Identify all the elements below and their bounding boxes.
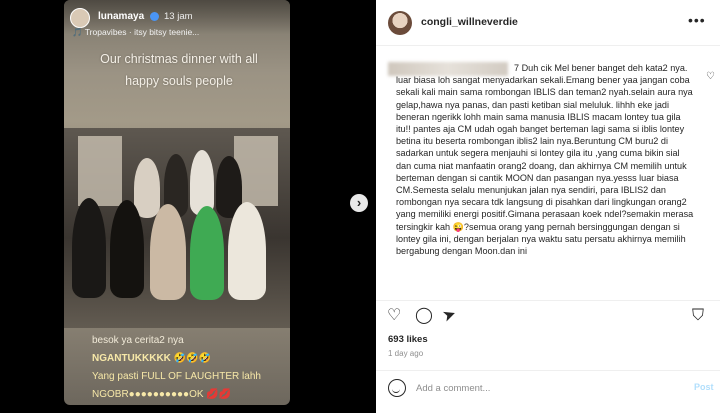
story-avatar <box>70 8 90 28</box>
comment-like-icon[interactable]: ♡ <box>706 71 715 82</box>
photo-person <box>72 198 106 298</box>
comment-input[interactable] <box>416 379 656 397</box>
photo-person <box>150 204 186 300</box>
post-button[interactable]: Post <box>694 382 714 392</box>
story-bottom-text: besok ya cerita2 nya NGANTUKKKKK 🤣🤣🤣 Yan… <box>70 332 284 404</box>
post-header: congli_willneverdie ••• <box>376 0 720 46</box>
photo-person <box>190 206 224 300</box>
share-icon[interactable]: ➤ <box>440 305 459 326</box>
heart-icon[interactable]: ♡ <box>387 307 401 325</box>
author-username[interactable]: congli_willneverdie <box>421 16 518 28</box>
story-line: Yang pasti FULL OF LAUGHTER lahh <box>92 371 261 382</box>
action-bar: ♡ ◯ ➤ ⛉ <box>376 300 720 330</box>
group-photo <box>64 128 290 328</box>
comment-text: 7 Duh cik Mel bener banget deh kata2 nya… <box>396 62 696 257</box>
story-screenshot: lunamaya 13 jam 🎵 Tropavibes · itsy bits… <box>64 0 290 405</box>
photo-person <box>134 158 160 218</box>
post-time: 1 day ago <box>388 349 424 358</box>
instagram-post-view: lunamaya 13 jam 🎵 Tropavibes · itsy bits… <box>0 0 720 413</box>
verified-icon <box>150 12 159 21</box>
add-comment-bar: Post <box>376 370 720 413</box>
post-panel: congli_willneverdie ••• 7 Duh cik Mel be… <box>376 0 720 413</box>
story-line: besok ya cerita2 nya <box>92 335 184 346</box>
author-avatar[interactable] <box>388 11 412 35</box>
comment-body: 7 Duh cik Mel bener banget deh kata2 nya… <box>396 63 694 257</box>
photo-person <box>110 200 144 298</box>
next-image-button[interactable]: › <box>350 194 368 212</box>
emoji-icon[interactable] <box>388 379 406 397</box>
photo-person <box>228 202 266 300</box>
story-time: 13 jam <box>164 11 193 22</box>
story-music: 🎵 Tropavibes · itsy bitsy teenie... <box>72 27 200 37</box>
more-horizontal-icon[interactable]: ••• <box>688 12 706 28</box>
photo-window <box>78 136 122 206</box>
story-caption: Our christmas dinner with all happy soul… <box>100 52 258 88</box>
like-count[interactable]: 693 likes <box>388 334 428 345</box>
comments-section: 7 Duh cik Mel bener banget deh kata2 nya… <box>376 56 720 296</box>
story-username: lunamaya <box>98 11 145 22</box>
media-area: lunamaya 13 jam 🎵 Tropavibes · itsy bits… <box>0 0 376 413</box>
story-line: NGANTUKKKKK 🤣🤣🤣 <box>92 353 212 364</box>
comment-icon[interactable]: ◯ <box>415 307 433 325</box>
story-line: NGOBR●●●●●●●●●●OK 💋💋 <box>92 389 232 400</box>
bookmark-icon[interactable]: ⛉ <box>692 307 704 325</box>
